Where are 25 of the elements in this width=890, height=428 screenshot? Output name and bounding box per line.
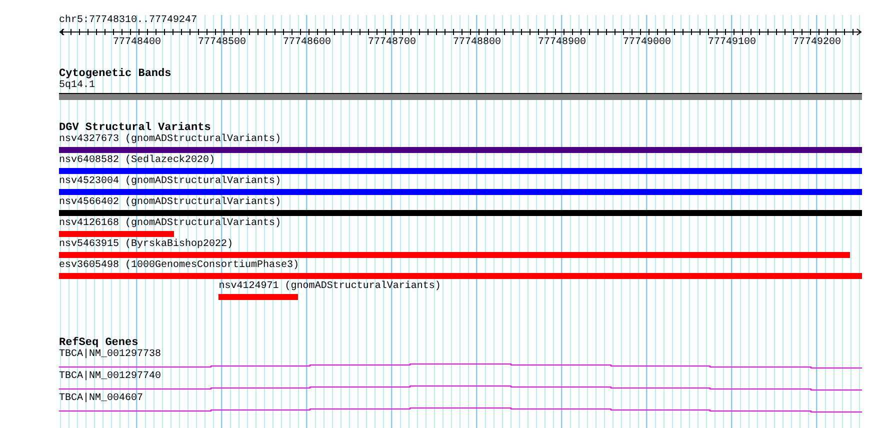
variant-label[interactable]: nsv4327673 (gnomADStructuralVariants) — [59, 134, 282, 146]
gene-label[interactable]: TBCA|NM_001297740 — [59, 371, 162, 383]
variant-label[interactable]: nsv5463915 (ByrskaBishop2022) — [59, 239, 234, 251]
variant-label[interactable]: nsv4566402 (gnomADStructuralVariants) — [59, 197, 282, 209]
tick-label: 77748400 — [113, 37, 161, 48]
track-title: Cytogenetic Bands — [59, 68, 172, 80]
gene-label[interactable]: TBCA|NM_001297738 — [59, 349, 162, 361]
tick-label: 77748500 — [198, 37, 246, 48]
tick-label: 77748700 — [368, 37, 416, 48]
variant-label[interactable]: nsv6408582 (Sedlazeck2020) — [59, 155, 216, 167]
track-title: RefSeq Genes — [59, 337, 138, 349]
tick-label: 77748900 — [538, 37, 586, 48]
variant-label[interactable]: nsv4124971 (gnomADStructuralVariants) — [218, 281, 441, 293]
tick-label: 77749100 — [708, 37, 756, 48]
track-title: DGV Structural Variants — [59, 122, 211, 134]
variant-label[interactable]: esv3605498 (1000GenomesConsortiumPhase3) — [59, 260, 300, 272]
variant-label[interactable]: nsv4523004 (gnomADStructuralVariants) — [59, 176, 282, 188]
tick-label: 77749200 — [793, 37, 841, 48]
tick-label: 77748600 — [283, 37, 331, 48]
tick-label: 77749000 — [623, 37, 671, 48]
variant-label[interactable]: nsv4126168 (gnomADStructuralVariants) — [59, 218, 282, 230]
tick-label: 77748800 — [453, 37, 501, 48]
gene-label[interactable]: TBCA|NM_004607 — [59, 393, 144, 405]
band-label: 5q14.1 — [59, 80, 96, 92]
genomic-range: chr5:77748310..77749247 — [59, 15, 198, 27]
